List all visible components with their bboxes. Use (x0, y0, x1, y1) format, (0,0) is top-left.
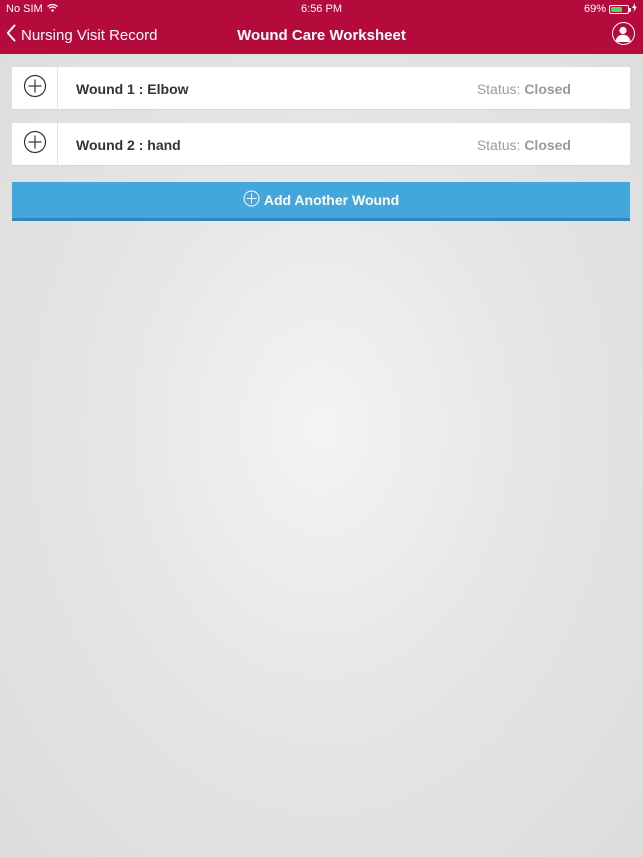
status-right: 69% (584, 3, 637, 15)
add-another-wound-label: Add Another Wound (263, 192, 400, 208)
wound-row[interactable]: Wound 2 : hand Status: Closed (12, 123, 630, 166)
wound-status: Status: Closed (477, 81, 571, 97)
battery-icon (609, 4, 631, 14)
expand-wound-button[interactable] (12, 67, 58, 110)
plus-circle-icon (23, 74, 47, 103)
user-profile-icon[interactable] (612, 22, 635, 45)
charging-icon (632, 3, 637, 15)
status-label: Status: (476, 81, 521, 97)
status-value: Closed (524, 81, 571, 97)
plus-circle-icon (23, 130, 47, 159)
battery-percent: 69% (583, 3, 606, 15)
status-value: Closed (524, 137, 571, 153)
status-label: Status: (476, 137, 521, 153)
expand-wound-button[interactable] (12, 123, 58, 166)
wound-status: Status: Closed (477, 137, 571, 153)
wound-name: Wound 2 : hand (76, 137, 181, 153)
app-header: No SIM 6:56 PM 69% Nursing Visit Record … (0, 0, 643, 54)
plus-circle-icon (243, 190, 260, 210)
back-button-label: Nursing Visit Record (21, 26, 158, 44)
wound-row[interactable]: Wound 1 : Elbow Status: Closed (12, 67, 630, 110)
clock: 6:56 PM (301, 3, 342, 15)
back-button[interactable]: Nursing Visit Record (6, 24, 157, 46)
status-bar: No SIM 6:56 PM 69% (0, 0, 643, 18)
chevron-left-icon (6, 24, 16, 46)
battery-fill (611, 6, 623, 12)
add-another-wound-button[interactable]: Add Another Wound (12, 182, 630, 221)
wound-name: Wound 1 : Elbow (76, 81, 189, 97)
navigation-bar: Nursing Visit Record Wound Care Workshee… (0, 18, 643, 54)
